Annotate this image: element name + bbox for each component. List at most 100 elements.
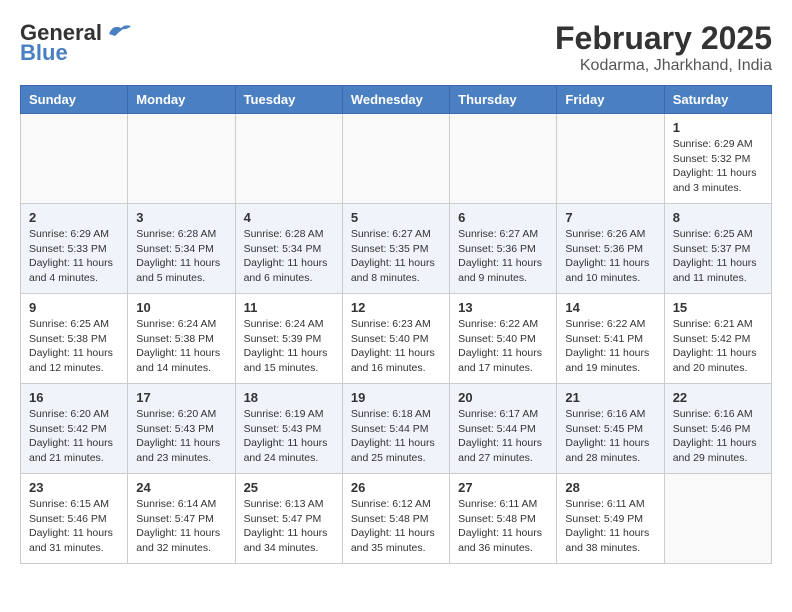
calendar-week-row: 16 Sunrise: 6:20 AM Sunset: 5:42 PM Dayli… — [21, 384, 772, 474]
table-row: 1 Sunrise: 6:29 AM Sunset: 5:32 PM Daylig… — [664, 114, 771, 204]
logo: General Blue — [20, 20, 133, 66]
day-info: Sunrise: 6:11 AM Sunset: 5:49 PM Dayligh… — [565, 497, 655, 556]
day-info: Sunrise: 6:17 AM Sunset: 5:44 PM Dayligh… — [458, 407, 548, 466]
day-number: 16 — [29, 390, 119, 405]
day-number: 17 — [136, 390, 226, 405]
day-info: Sunrise: 6:29 AM Sunset: 5:32 PM Dayligh… — [673, 137, 763, 196]
day-number: 19 — [351, 390, 441, 405]
table-row — [342, 114, 449, 204]
table-row: 20 Sunrise: 6:17 AM Sunset: 5:44 PM Dayli… — [450, 384, 557, 474]
table-row — [235, 114, 342, 204]
day-info: Sunrise: 6:26 AM Sunset: 5:36 PM Dayligh… — [565, 227, 655, 286]
day-number: 18 — [244, 390, 334, 405]
table-row: 25 Sunrise: 6:13 AM Sunset: 5:47 PM Dayli… — [235, 474, 342, 564]
table-row: 12Sunrise: 6:23 AM Sunset: 5:40 PM Dayli… — [342, 294, 449, 384]
day-number: 28 — [565, 480, 655, 495]
day-info: Sunrise: 6:25 AM Sunset: 5:38 PM Dayligh… — [29, 317, 119, 376]
day-info: Sunrise: 6:23 AM Sunset: 5:40 PM Dayligh… — [351, 317, 441, 376]
day-number: 5 — [351, 210, 441, 225]
day-number: 3 — [136, 210, 226, 225]
day-info: Sunrise: 6:14 AM Sunset: 5:47 PM Dayligh… — [136, 497, 226, 556]
col-saturday: Saturday — [664, 86, 771, 114]
table-row: 5 Sunrise: 6:27 AM Sunset: 5:35 PM Daylig… — [342, 204, 449, 294]
table-row: 9Sunrise: 6:25 AM Sunset: 5:38 PM Daylig… — [21, 294, 128, 384]
col-monday: Monday — [128, 86, 235, 114]
day-number: 25 — [244, 480, 334, 495]
day-info: Sunrise: 6:25 AM Sunset: 5:37 PM Dayligh… — [673, 227, 763, 286]
table-row — [21, 114, 128, 204]
table-row: 28 Sunrise: 6:11 AM Sunset: 5:49 PM Dayli… — [557, 474, 664, 564]
day-info: Sunrise: 6:16 AM Sunset: 5:45 PM Dayligh… — [565, 407, 655, 466]
day-info: Sunrise: 6:11 AM Sunset: 5:48 PM Dayligh… — [458, 497, 548, 556]
table-row: 22 Sunrise: 6:16 AM Sunset: 5:46 PM Dayli… — [664, 384, 771, 474]
page-header: General Blue February 2025 Kodarma, Jhar… — [20, 20, 772, 75]
day-info: Sunrise: 6:16 AM Sunset: 5:46 PM Dayligh… — [673, 407, 763, 466]
day-info: Sunrise: 6:24 AM Sunset: 5:38 PM Dayligh… — [136, 317, 226, 376]
day-info: Sunrise: 6:22 AM Sunset: 5:40 PM Dayligh… — [458, 317, 548, 376]
day-number: 26 — [351, 480, 441, 495]
day-info: Sunrise: 6:27 AM Sunset: 5:36 PM Dayligh… — [458, 227, 548, 286]
day-number: 10 — [136, 300, 226, 315]
table-row: 14Sunrise: 6:22 AM Sunset: 5:41 PM Dayli… — [557, 294, 664, 384]
day-number: 11 — [244, 300, 334, 315]
calendar-week-row: 23 Sunrise: 6:15 AM Sunset: 5:46 PM Dayli… — [21, 474, 772, 564]
day-info: Sunrise: 6:28 AM Sunset: 5:34 PM Dayligh… — [244, 227, 334, 286]
table-row: 7 Sunrise: 6:26 AM Sunset: 5:36 PM Daylig… — [557, 204, 664, 294]
day-info: Sunrise: 6:28 AM Sunset: 5:34 PM Dayligh… — [136, 227, 226, 286]
day-number: 13 — [458, 300, 548, 315]
calendar-week-row: 1 Sunrise: 6:29 AM Sunset: 5:32 PM Daylig… — [21, 114, 772, 204]
day-info: Sunrise: 6:15 AM Sunset: 5:46 PM Dayligh… — [29, 497, 119, 556]
day-info: Sunrise: 6:20 AM Sunset: 5:42 PM Dayligh… — [29, 407, 119, 466]
table-row: 15 Sunrise: 6:21 AM Sunset: 5:42 PM Dayli… — [664, 294, 771, 384]
table-row: 10 Sunrise: 6:24 AM Sunset: 5:38 PM Dayli… — [128, 294, 235, 384]
day-number: 21 — [565, 390, 655, 405]
day-info: Sunrise: 6:18 AM Sunset: 5:44 PM Dayligh… — [351, 407, 441, 466]
table-row: 19 Sunrise: 6:18 AM Sunset: 5:44 PM Dayli… — [342, 384, 449, 474]
day-info: Sunrise: 6:29 AM Sunset: 5:33 PM Dayligh… — [29, 227, 119, 286]
title-block: February 2025 Kodarma, Jharkhand, India — [555, 20, 772, 75]
logo-bird-icon — [105, 22, 133, 40]
day-number: 20 — [458, 390, 548, 405]
day-info: Sunrise: 6:20 AM Sunset: 5:43 PM Dayligh… — [136, 407, 226, 466]
day-number: 22 — [673, 390, 763, 405]
day-number: 14 — [565, 300, 655, 315]
day-info: Sunrise: 6:19 AM Sunset: 5:43 PM Dayligh… — [244, 407, 334, 466]
table-row: 16 Sunrise: 6:20 AM Sunset: 5:42 PM Dayli… — [21, 384, 128, 474]
table-row — [450, 114, 557, 204]
calendar-week-row: 9Sunrise: 6:25 AM Sunset: 5:38 PM Daylig… — [21, 294, 772, 384]
day-number: 24 — [136, 480, 226, 495]
table-row — [557, 114, 664, 204]
calendar-table: Sunday Monday Tuesday Wednesday Thursday… — [20, 85, 772, 564]
day-number: 2 — [29, 210, 119, 225]
table-row — [664, 474, 771, 564]
col-tuesday: Tuesday — [235, 86, 342, 114]
table-row: 13 Sunrise: 6:22 AM Sunset: 5:40 PM Dayli… — [450, 294, 557, 384]
table-row: 24 Sunrise: 6:14 AM Sunset: 5:47 PM Dayli… — [128, 474, 235, 564]
table-row: 21 Sunrise: 6:16 AM Sunset: 5:45 PM Dayli… — [557, 384, 664, 474]
table-row: 26Sunrise: 6:12 AM Sunset: 5:48 PM Dayli… — [342, 474, 449, 564]
table-row: 8 Sunrise: 6:25 AM Sunset: 5:37 PM Daylig… — [664, 204, 771, 294]
table-row: 3 Sunrise: 6:28 AM Sunset: 5:34 PM Daylig… — [128, 204, 235, 294]
table-row: 23 Sunrise: 6:15 AM Sunset: 5:46 PM Dayli… — [21, 474, 128, 564]
day-number: 8 — [673, 210, 763, 225]
month-title: February 2025 — [555, 20, 772, 57]
location: Kodarma, Jharkhand, India — [555, 57, 772, 75]
logo-blue-text: Blue — [20, 40, 68, 66]
col-thursday: Thursday — [450, 86, 557, 114]
day-number: 15 — [673, 300, 763, 315]
day-number: 23 — [29, 480, 119, 495]
table-row: 18 Sunrise: 6:19 AM Sunset: 5:43 PM Dayli… — [235, 384, 342, 474]
table-row: 6 Sunrise: 6:27 AM Sunset: 5:36 PM Daylig… — [450, 204, 557, 294]
day-info: Sunrise: 6:24 AM Sunset: 5:39 PM Dayligh… — [244, 317, 334, 376]
day-info: Sunrise: 6:13 AM Sunset: 5:47 PM Dayligh… — [244, 497, 334, 556]
col-sunday: Sunday — [21, 86, 128, 114]
day-number: 4 — [244, 210, 334, 225]
day-info: Sunrise: 6:21 AM Sunset: 5:42 PM Dayligh… — [673, 317, 763, 376]
day-info: Sunrise: 6:27 AM Sunset: 5:35 PM Dayligh… — [351, 227, 441, 286]
day-number: 1 — [673, 120, 763, 135]
day-number: 7 — [565, 210, 655, 225]
table-row: 4 Sunrise: 6:28 AM Sunset: 5:34 PM Daylig… — [235, 204, 342, 294]
table-row: 27Sunrise: 6:11 AM Sunset: 5:48 PM Dayli… — [450, 474, 557, 564]
day-number: 6 — [458, 210, 548, 225]
calendar-week-row: 2 Sunrise: 6:29 AM Sunset: 5:33 PM Daylig… — [21, 204, 772, 294]
